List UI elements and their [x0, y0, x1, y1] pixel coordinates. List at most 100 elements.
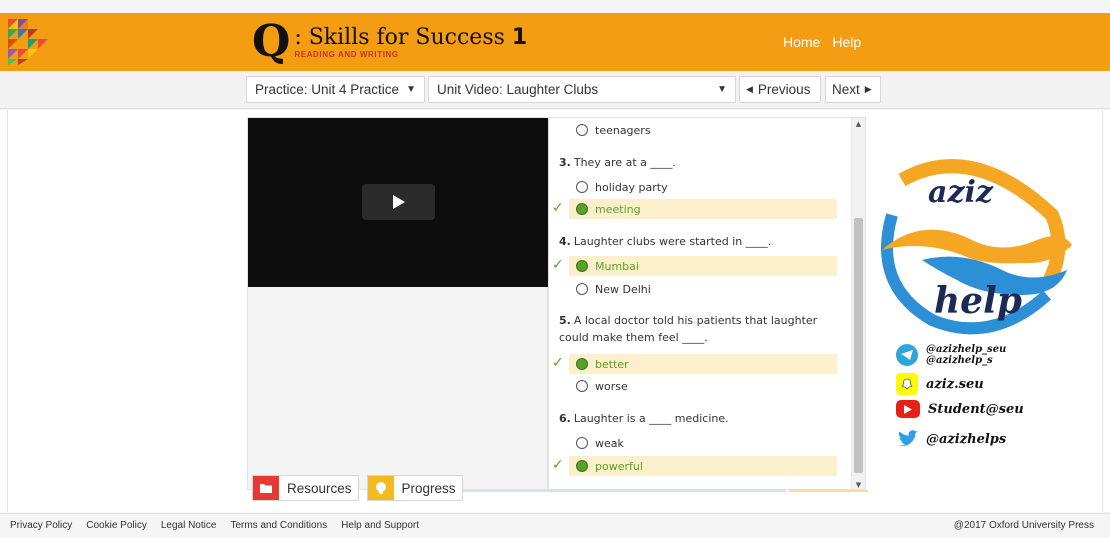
legal-notice-link[interactable]: Legal Notice: [161, 520, 217, 531]
correct-check-icon: ✓: [552, 355, 564, 371]
brand-text: : Skills for Success 1 READING AND WRITI…: [294, 24, 528, 59]
play-button[interactable]: [362, 184, 435, 220]
terms-link[interactable]: Terms and Conditions: [230, 520, 327, 531]
question-number: 6.: [559, 412, 571, 425]
youtube-handle: Student@seu: [928, 401, 1024, 417]
privacy-policy-link[interactable]: Privacy Policy: [10, 520, 72, 531]
brand-logo: Q : Skills for Success 1 READING AND WRI…: [252, 17, 527, 67]
chevron-down-icon: ▼: [406, 84, 416, 95]
correct-check-icon: ✓: [552, 257, 564, 273]
watermark-snapchat: aziz.seu: [896, 373, 984, 395]
correct-check-icon: ✓: [552, 457, 564, 473]
radio-selected-icon[interactable]: [576, 460, 588, 472]
folder-icon: [253, 476, 279, 500]
telegram-handle-1: @azizhelp_seu: [926, 344, 1007, 355]
answer-option[interactable]: meeting: [569, 199, 837, 219]
answer-label: better: [595, 357, 629, 371]
question-number: 4.: [559, 235, 571, 248]
radio-empty-icon[interactable]: [576, 437, 588, 449]
video-player[interactable]: [248, 118, 549, 287]
watermark-word-aziz: aziz: [928, 175, 993, 210]
help-support-link[interactable]: Help and Support: [341, 520, 419, 531]
question-prompt: Laughter is a ____ medicine.: [573, 412, 729, 425]
video-select[interactable]: Unit Video: Laughter Clubs ▼: [428, 76, 736, 103]
resources-label: Resources: [287, 480, 352, 496]
practice-select[interactable]: Practice: Unit 4 Practice ▼: [246, 76, 425, 103]
next-button[interactable]: Next ▶: [825, 76, 881, 103]
answer-label: teenagers: [595, 123, 651, 137]
answer-option[interactable]: Mumbai: [569, 256, 837, 276]
question-text: 4. Laughter clubs were started in ____.: [559, 233, 844, 250]
answer-option[interactable]: worse: [569, 376, 837, 396]
brand-title-level: 1: [511, 24, 528, 50]
progress-label: Progress: [401, 480, 456, 496]
resources-button[interactable]: Resources: [252, 475, 359, 501]
scroll-up-arrow-icon[interactable]: ▲: [852, 118, 865, 130]
radio-selected-icon[interactable]: [576, 358, 588, 370]
video-pane: [247, 117, 549, 490]
copyright: @2017 Oxford University Press: [953, 520, 1094, 531]
twitter-handle: @azizhelps: [926, 431, 1007, 447]
answer-label: meeting: [595, 202, 641, 216]
practice-select-value: Practice: Unit 4 Practice: [255, 82, 400, 97]
radio-selected-icon[interactable]: [576, 260, 588, 272]
watermark-word-help: help: [934, 280, 1022, 322]
watermark-youtube: Student@seu: [896, 400, 1024, 418]
progress-button[interactable]: Progress: [366, 475, 463, 501]
telegram-icon: [896, 344, 918, 366]
cookie-policy-link[interactable]: Cookie Policy: [86, 520, 147, 531]
answer-label: weak: [595, 436, 624, 450]
answer-option[interactable]: teenagers: [569, 120, 837, 140]
answer-option[interactable]: powerful: [569, 456, 837, 476]
answer-option[interactable]: weak: [569, 433, 837, 453]
triangle-left-icon: ◀: [746, 84, 753, 94]
question-prompt: Laughter clubs were started in ____.: [573, 235, 772, 248]
twitter-bird-icon: [896, 428, 918, 450]
home-link[interactable]: Home: [783, 34, 820, 50]
radio-empty-icon[interactable]: [576, 124, 588, 136]
previous-button[interactable]: ◀ Previous: [739, 76, 821, 103]
question-number: 3.: [559, 156, 571, 169]
brand-q: Q: [252, 16, 291, 67]
top-nav: Home Help: [783, 34, 861, 50]
radio-empty-icon[interactable]: [576, 283, 588, 295]
azizhelp-watermark: aziz help @azizhelp_seu @azizhelp_s aziz…: [862, 155, 1082, 455]
brand-title: : Skills for Success 1: [294, 24, 528, 50]
answer-option[interactable]: holiday party: [569, 177, 837, 197]
youtube-icon: [896, 400, 920, 418]
footer-links: Privacy Policy Cookie Policy Legal Notic…: [10, 520, 419, 531]
tools-bar: Resources Progress: [252, 475, 463, 501]
answer-option[interactable]: better: [569, 354, 837, 374]
answer-label: New Delhi: [595, 282, 651, 296]
activity-navbar: Practice: Unit 4 Practice ▼ Unit Video: …: [0, 71, 1110, 109]
snapchat-handle: aziz.seu: [926, 376, 984, 392]
telegram-handle-2: @azizhelp_s: [926, 355, 993, 366]
answer-label: worse: [595, 379, 628, 393]
answer-label: holiday party: [595, 180, 668, 194]
answer-option[interactable]: New Delhi: [569, 279, 837, 299]
watermark-telegram: @azizhelp_seu @azizhelp_s: [896, 344, 1006, 366]
next-label: Next: [832, 82, 860, 97]
scroll-down-arrow-icon[interactable]: ▼: [852, 479, 865, 489]
radio-empty-icon[interactable]: [576, 380, 588, 392]
chevron-down-icon: ▼: [717, 84, 727, 95]
app-frame: Q : Skills for Success 1 READING AND WRI…: [0, 0, 1110, 538]
question-number: 5.: [559, 314, 571, 327]
answer-label: Mumbai: [595, 259, 639, 273]
answer-label: powerful: [595, 459, 643, 473]
header-bar: Q : Skills for Success 1 READING AND WRI…: [0, 13, 1110, 71]
left-scroll-edge: [0, 110, 8, 512]
question-text: 5. A local doctor told his patients that …: [559, 312, 844, 346]
radio-selected-icon[interactable]: [576, 203, 588, 215]
question-text: 3. They are at a ____.: [559, 154, 844, 171]
question-text: 6. Laughter is a ____ medicine.: [559, 410, 844, 427]
triangle-right-icon: ▶: [864, 84, 872, 94]
radio-empty-icon[interactable]: [576, 181, 588, 193]
page-footer: Privacy Policy Cookie Policy Legal Notic…: [0, 513, 1110, 538]
quiz-panel: teenagers 3. They are at a ____.holiday pa…: [548, 117, 866, 490]
help-link[interactable]: Help: [832, 34, 861, 50]
question-prompt: A local doctor told his patients that la…: [559, 314, 818, 344]
brand-title-text: : Skills for Success: [294, 24, 505, 50]
play-icon: [392, 195, 405, 209]
question-prompt: They are at a ____.: [573, 156, 676, 169]
